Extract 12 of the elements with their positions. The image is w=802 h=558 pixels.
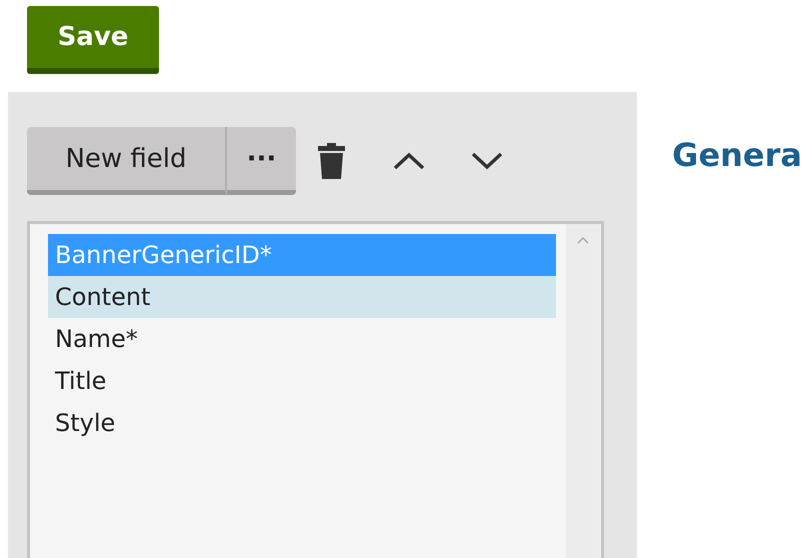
scrollbar[interactable]: [566, 224, 600, 558]
more-button[interactable]: ···: [227, 127, 296, 195]
field-item[interactable]: Content: [48, 276, 556, 318]
chevron-up-icon[interactable]: [393, 152, 425, 170]
section-heading: Genera: [672, 136, 802, 174]
chevron-down-icon[interactable]: [471, 152, 503, 170]
field-item[interactable]: Name*: [48, 318, 556, 360]
save-button[interactable]: Save: [27, 6, 159, 74]
field-item[interactable]: Title: [48, 360, 556, 402]
trash-icon[interactable]: [318, 143, 345, 179]
field-item[interactable]: Style: [48, 402, 556, 444]
new-field-button[interactable]: New field: [27, 127, 227, 195]
